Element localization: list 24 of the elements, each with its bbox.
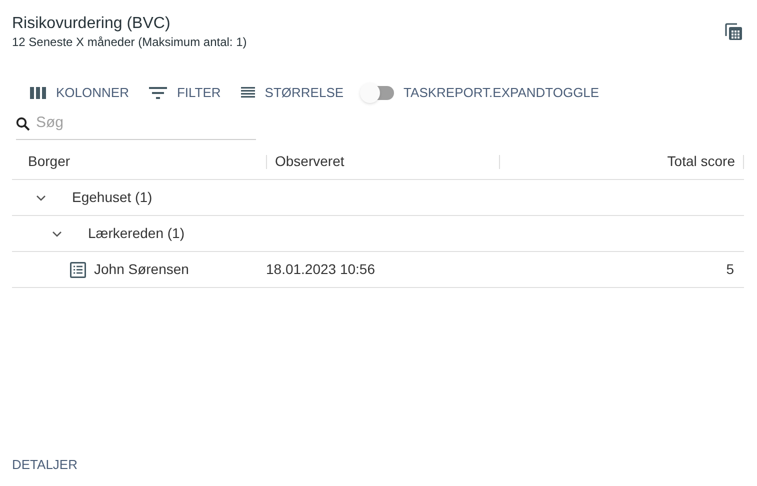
chevron-icon[interactable] — [52, 230, 62, 236]
column-header[interactable]: Observeret — [275, 151, 344, 172]
table-cell-text: John Sørensen — [94, 260, 189, 279]
table-cell-text: 5 — [726, 260, 734, 279]
search-field[interactable]: Søg — [36, 112, 236, 135]
columns-icon — [30, 87, 46, 99]
chevron-icon[interactable] — [36, 194, 46, 200]
report-title: Risikovurdering (BVC) — [12, 14, 172, 34]
group-label: Egehuset (1) — [72, 188, 152, 207]
group-label: Lærkereden (1) — [88, 224, 184, 243]
column-header[interactable]: Total score — [667, 151, 735, 172]
toggle-label: TASKREPORT.EXPANDTOGGLE — [404, 84, 600, 102]
search-icon — [16, 116, 30, 130]
toolbar-button[interactable]: STØRRELSE — [240, 83, 344, 103]
column-header[interactable]: Borger — [28, 151, 70, 172]
report-subtitle: 12 Seneste X måneder (Maksimum antal: 1) — [12, 34, 247, 50]
table-cell: 18.01.2023 10:56 — [266, 261, 375, 277]
calendar-copy-icon[interactable] — [725, 23, 743, 41]
toolbar-button[interactable]: KOLONNER — [30, 83, 129, 103]
density-icon — [240, 87, 255, 99]
filter-icon — [148, 87, 167, 99]
details-link[interactable]: DETALJER — [12, 455, 78, 474]
list-icon — [70, 262, 86, 278]
toolbar-button[interactable]: FILTER — [148, 83, 221, 103]
